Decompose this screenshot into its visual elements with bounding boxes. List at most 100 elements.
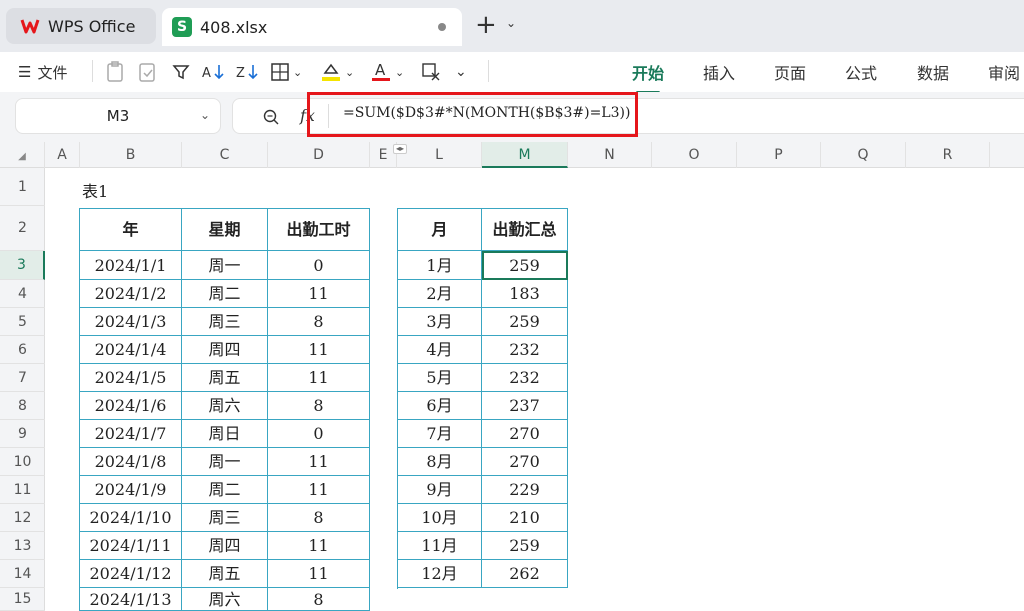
row-header[interactable]: 4	[0, 280, 45, 308]
select-all-corner[interactable]: ◢	[0, 142, 45, 168]
table2-data-cell[interactable]: 210	[482, 504, 568, 532]
unsaved-dot-icon[interactable]	[438, 23, 446, 31]
table1-data-cell[interactable]: 周四	[182, 336, 268, 364]
table2-data-cell[interactable]: 237	[482, 392, 568, 420]
table1-data-cell[interactable]: 2024/1/8	[80, 448, 182, 476]
table1-data-cell[interactable]: 周一	[182, 448, 268, 476]
table1-data-cell[interactable]: 2024/1/9	[80, 476, 182, 504]
table2-data-cell[interactable]: 1月	[398, 251, 482, 280]
table1-data-cell[interactable]: 周一	[182, 251, 268, 280]
table1-data-cell[interactable]: 周二	[182, 280, 268, 308]
row-header[interactable]: 15	[0, 588, 45, 611]
col-header-n[interactable]: N	[568, 142, 652, 168]
table1-data-cell[interactable]: 周日	[182, 420, 268, 448]
table2-data-cell[interactable]: 4月	[398, 336, 482, 364]
table1-data-cell[interactable]: 周五	[182, 560, 268, 588]
table2-data-cell[interactable]: 9月	[398, 476, 482, 504]
col-header-d[interactable]: D	[268, 142, 370, 168]
table1-header-cell[interactable]: 出勤工时	[268, 209, 370, 251]
tab-start[interactable]: 开始	[632, 60, 664, 94]
row-header[interactable]: 9	[0, 420, 45, 448]
table1-data-cell[interactable]: 周六	[182, 392, 268, 420]
row-header[interactable]: 13	[0, 532, 45, 560]
table1-data-cell[interactable]: 11	[268, 476, 370, 504]
row-header[interactable]: 10	[0, 448, 45, 476]
zoom-search-icon[interactable]	[262, 108, 280, 126]
table2-header-cell[interactable]: 月	[398, 209, 482, 251]
table1-data-cell[interactable]: 8	[268, 308, 370, 336]
tab-formula[interactable]: 公式	[845, 60, 877, 84]
col-header-c[interactable]: C	[182, 142, 268, 168]
table1-data-cell[interactable]: 周四	[182, 532, 268, 560]
paste-values-icon[interactable]	[106, 58, 126, 86]
table2-data-cell[interactable]: 262	[482, 560, 568, 588]
new-tab-plus-icon[interactable]: +	[475, 12, 497, 38]
tab-insert[interactable]: 插入	[703, 60, 735, 84]
table1-data-cell[interactable]: 2024/1/13	[80, 588, 182, 611]
col-header-q[interactable]: Q	[821, 142, 906, 168]
table2-data-cell[interactable]: 259	[482, 532, 568, 560]
col-header-b[interactable]: B	[80, 142, 182, 168]
table1-data-cell[interactable]: 周二	[182, 476, 268, 504]
table2-data-cell[interactable]: 229	[482, 476, 568, 504]
table1-data-cell[interactable]: 周三	[182, 308, 268, 336]
col-header-a[interactable]: A	[45, 142, 80, 168]
table2-data-cell[interactable]: 270	[482, 420, 568, 448]
font-color-button[interactable]: A ⌄	[370, 58, 404, 86]
table1-data-cell[interactable]: 11	[268, 364, 370, 392]
row-header[interactable]: 6	[0, 336, 45, 364]
table2-data-cell[interactable]: 10月	[398, 504, 482, 532]
table1-data-cell[interactable]: 0	[268, 420, 370, 448]
table1-header-cell[interactable]: 星期	[182, 209, 268, 251]
sort-ascending-icon[interactable]: A	[202, 58, 226, 86]
table2-header-cell[interactable]: 出勤汇总	[482, 209, 568, 251]
col-header-l[interactable]: L	[397, 142, 482, 168]
row-header[interactable]: 1	[0, 168, 45, 206]
table2-data-cell[interactable]: 2月	[398, 280, 482, 308]
table1-data-cell[interactable]: 周三	[182, 504, 268, 532]
col-header-m[interactable]: M	[482, 142, 568, 168]
table1-header-cell[interactable]: 年	[80, 209, 182, 251]
tab-page[interactable]: 页面	[774, 60, 806, 84]
table1-data-cell[interactable]: 11	[268, 336, 370, 364]
table2-data-cell[interactable]: 12月	[398, 560, 482, 588]
row-header[interactable]: 8	[0, 392, 45, 420]
table2-data-cell[interactable]: 11月	[398, 532, 482, 560]
table1-data-cell[interactable]: 2024/1/2	[80, 280, 182, 308]
table2-data-cell[interactable]: 8月	[398, 448, 482, 476]
table1-data-cell[interactable]: 2024/1/6	[80, 392, 182, 420]
more-chevron-down-icon[interactable]: ⌄	[455, 58, 467, 86]
row-header[interactable]: 11	[0, 476, 45, 504]
row-header[interactable]: 7	[0, 364, 45, 392]
col-header-o[interactable]: O	[652, 142, 737, 168]
table2-data-cell[interactable]: 6月	[398, 392, 482, 420]
file-menu-button[interactable]: ☰ 文件	[18, 58, 67, 86]
table1-data-cell[interactable]: 2024/1/3	[80, 308, 182, 336]
sheet-title-cell[interactable]: 表1	[82, 178, 108, 202]
table2-data-cell[interactable]: 232	[482, 364, 568, 392]
selected-cell-m3[interactable]: 259	[482, 251, 568, 280]
row-header[interactable]: 5	[0, 308, 45, 336]
filter-icon[interactable]	[172, 58, 190, 86]
col-header-p[interactable]: P	[737, 142, 821, 168]
table2-data-cell[interactable]: 7月	[398, 420, 482, 448]
table2-data-cell[interactable]: 5月	[398, 364, 482, 392]
sort-descending-icon[interactable]: Z	[236, 58, 260, 86]
table2-data-cell[interactable]: 183	[482, 280, 568, 308]
tab-file[interactable]: S 408.xlsx	[162, 8, 462, 46]
table1-data-cell[interactable]: 周六	[182, 588, 268, 611]
fill-color-button[interactable]: ⌄	[320, 58, 354, 86]
table1-data-cell[interactable]: 2024/1/10	[80, 504, 182, 532]
table1-data-cell[interactable]: 8	[268, 504, 370, 532]
table2-data-cell[interactable]: 3月	[398, 308, 482, 336]
table1-data-cell[interactable]: 0	[268, 251, 370, 280]
tab-home[interactable]: WPS Office	[6, 8, 156, 44]
table2-data-cell[interactable]: 259	[482, 308, 568, 336]
table1-data-cell[interactable]: 8	[268, 588, 370, 611]
name-box[interactable]: M3 ⌄	[15, 98, 221, 134]
table1-data-cell[interactable]: 2024/1/1	[80, 251, 182, 280]
table1-data-cell[interactable]: 周五	[182, 364, 268, 392]
new-tab-chevron-down-icon[interactable]: ⌄	[506, 16, 516, 30]
col-header-r[interactable]: R	[906, 142, 990, 168]
table1-data-cell[interactable]: 2024/1/11	[80, 532, 182, 560]
